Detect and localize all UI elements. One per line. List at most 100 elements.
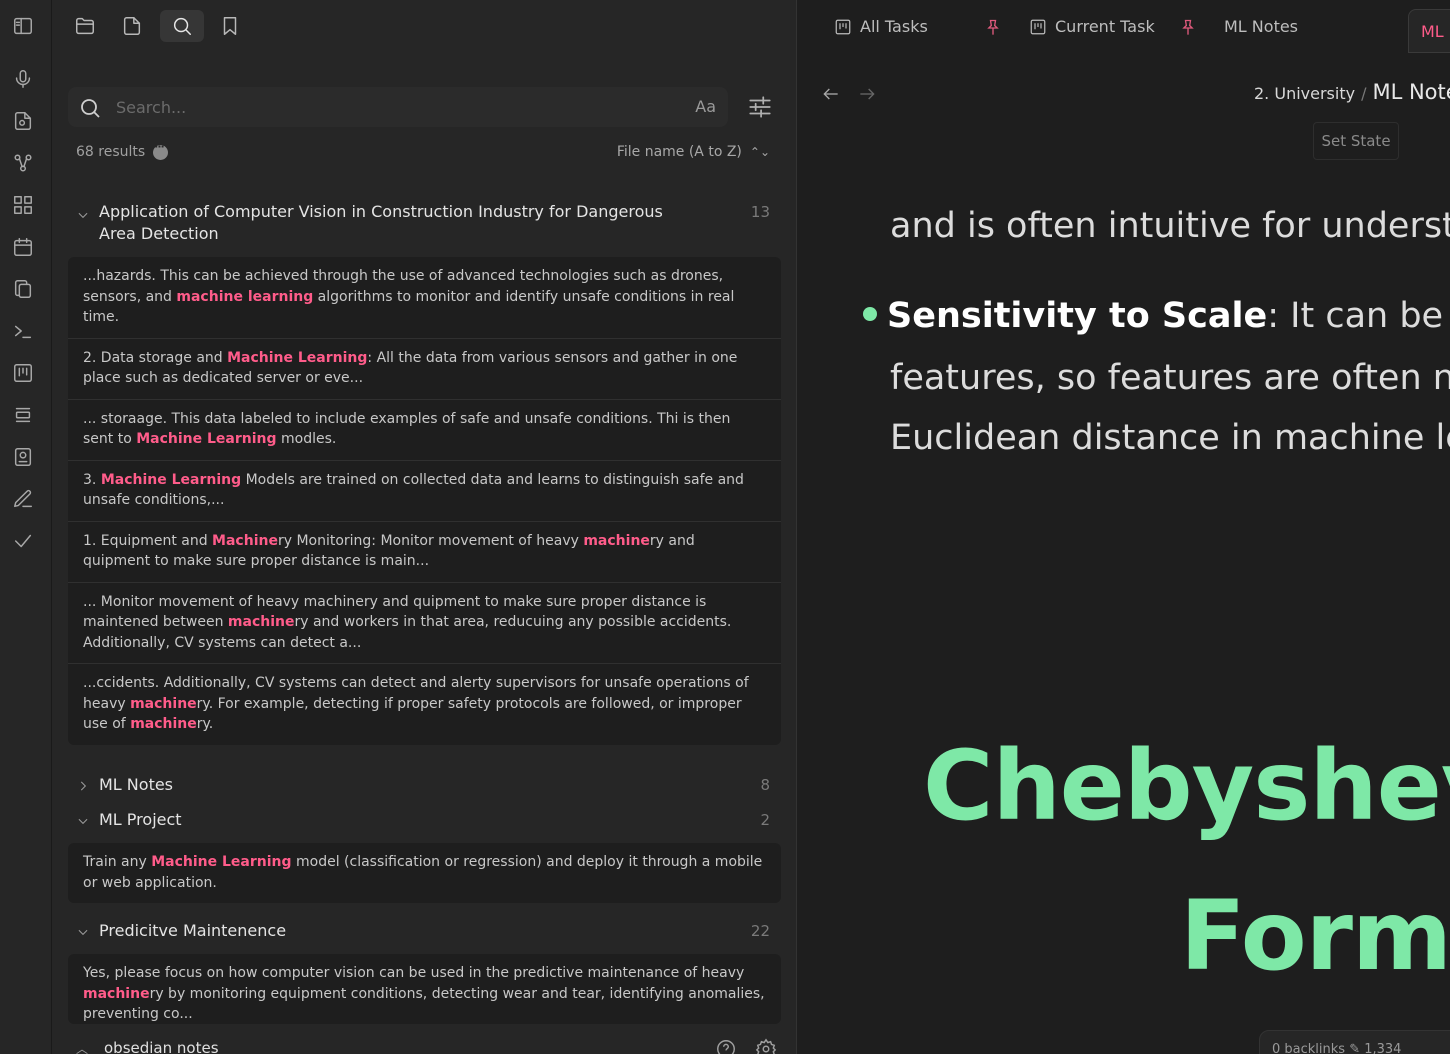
copy-icon[interactable] (11, 277, 35, 301)
search-match[interactable]: ... storaage. This data labeled to inclu… (68, 400, 781, 461)
status-bar: 0 backlinks ✎ 1,334 (1259, 1030, 1450, 1054)
result-file-count: 13 (751, 203, 770, 221)
journal-icon[interactable] (11, 445, 35, 469)
graph-icon[interactable] (11, 151, 35, 175)
bullet-dot (863, 307, 877, 321)
kanban-icon (834, 18, 852, 36)
forward-arrow-icon[interactable] (857, 84, 877, 108)
search-match[interactable]: ...ccidents. Additionally, CV systems ca… (68, 664, 781, 745)
bullet-text: : It can be sensit (1267, 296, 1450, 336)
file-explorer-tab[interactable] (63, 10, 107, 42)
result-file-name[interactable]: ML Project (99, 809, 182, 831)
result-file-header[interactable]: Predicitve Maintenence 22 (52, 920, 796, 944)
match-highlight: Machine Learning (151, 854, 291, 870)
result-file-name[interactable]: ML Notes (99, 774, 173, 796)
pin-icon[interactable] (983, 18, 1003, 42)
list-icon[interactable] (11, 403, 35, 427)
doc-line: features, so features are often norm (890, 358, 1450, 398)
tab-current-task[interactable]: Current Task (1029, 17, 1155, 36)
result-file-count: 22 (751, 922, 770, 940)
search-match[interactable]: 2. Data storage and Machine Learning: Al… (68, 339, 781, 400)
match-highlight: machine (583, 533, 650, 549)
result-file-count: 2 (760, 811, 770, 829)
tab-label: Current Task (1055, 17, 1155, 36)
match-text: modles. (277, 431, 337, 447)
search-input[interactable] (116, 93, 676, 121)
result-file-name[interactable]: Predicitve Maintenence (99, 920, 286, 942)
results-count: 68 results (76, 144, 168, 160)
match-group: Yes, please focus on how computer vision… (68, 954, 781, 1024)
bullet-item: Sensitivity to Scale: It can be sensit (863, 296, 1450, 336)
left-ribbon (0, 0, 52, 1054)
search-match[interactable]: ... Monitor movement of heavy machinery … (68, 583, 781, 665)
search-panel: Aa 68 results File name (A to Z) ⌃⌄ Appl… (52, 0, 797, 1054)
check-icon[interactable] (11, 529, 35, 553)
search-icon (78, 96, 102, 120)
terminal-icon[interactable] (11, 319, 35, 343)
tab-all-tasks[interactable]: All Tasks (834, 17, 928, 36)
chevron-down-icon[interactable] (76, 813, 90, 827)
microphone-icon[interactable] (11, 67, 35, 91)
chevron-up-icon[interactable]: ︿ (76, 1040, 88, 1054)
breadcrumb-parent[interactable]: 2. University (1254, 84, 1355, 103)
sort-dropdown[interactable]: File name (A to Z) ⌃⌄ (617, 144, 770, 160)
nav-arrows (821, 84, 877, 108)
match-highlight: machine (83, 986, 150, 1002)
match-text: 1. Equipment and (83, 533, 212, 549)
file-tab[interactable] (110, 10, 154, 42)
search-match[interactable]: 1. Equipment and Machinery Monitoring: M… (68, 522, 781, 583)
result-file-header[interactable]: Application of Computer Vision in Constr… (52, 201, 796, 247)
chevron-down-icon[interactable] (76, 207, 90, 221)
sliders-icon (747, 94, 773, 120)
sort-label: File name (A to Z) (617, 144, 742, 160)
search-match[interactable]: 3. Machine Learning Models are trained o… (68, 461, 781, 522)
match-highlight: Machine Learning (101, 472, 241, 488)
tab-active[interactable]: ML I (1408, 9, 1450, 53)
search-settings-button[interactable] (747, 94, 773, 120)
tab-ml-notes[interactable]: ML Notes (1224, 17, 1298, 36)
sidebar-toggle-icon[interactable] (11, 14, 35, 38)
more-options-icon[interactable] (153, 145, 168, 160)
heading: Chebyshev D (923, 730, 1450, 842)
search-match[interactable]: Yes, please focus on how computer vision… (68, 954, 781, 1024)
match-highlight: machine (228, 614, 295, 630)
chevron-right-icon[interactable] (76, 778, 90, 792)
vault-name[interactable]: obsedian notes (104, 1039, 219, 1054)
tab-bar: All Tasks Current Task ML Notes ML I (797, 0, 1450, 58)
match-group: ...hazards. This can be achieved through… (68, 257, 781, 745)
match-text: 2. Data storage and (83, 350, 227, 366)
back-arrow-icon[interactable] (821, 84, 841, 108)
chevron-down-icon[interactable] (76, 924, 90, 938)
result-file-name[interactable]: Application of Computer Vision in Constr… (99, 201, 699, 245)
result-file-header[interactable]: ML Project 2 (52, 809, 796, 833)
tab-label: ML Notes (1224, 17, 1298, 36)
breadcrumb-current[interactable]: ML Note (1372, 80, 1450, 104)
match-highlight: Machine Learning (227, 350, 367, 366)
search-tab[interactable] (160, 10, 204, 42)
search-match[interactable]: ...hazards. This can be achieved through… (68, 257, 781, 339)
bookmark-icon (219, 15, 241, 37)
match-highlight: Machine Learning (136, 431, 276, 447)
vault-footer: ︿ obsedian notes (52, 1030, 796, 1054)
match-case-toggle[interactable]: Aa (695, 97, 716, 116)
result-file-header[interactable]: ML Notes 8 (52, 774, 796, 798)
help-icon[interactable] (715, 1038, 737, 1054)
match-text: Train any (83, 854, 151, 870)
settings-icon[interactable] (755, 1038, 777, 1054)
kanban-icon[interactable] (11, 361, 35, 385)
pin-icon[interactable] (1178, 18, 1198, 42)
file-search-icon[interactable] (11, 109, 35, 133)
match-text: Yes, please focus on how computer vision… (83, 965, 744, 981)
kanban-icon (1029, 18, 1047, 36)
match-text: ry by monitoring equipment conditions, d… (83, 986, 765, 1023)
search-match[interactable]: Train any Machine Learning model (classi… (68, 843, 781, 903)
calendar-icon[interactable] (11, 235, 35, 259)
bookmarks-tab[interactable] (208, 10, 252, 42)
match-highlight: machine learning (176, 289, 313, 305)
layout-grid-icon[interactable] (11, 193, 35, 217)
match-highlight: Machine (212, 533, 278, 549)
bullet-bold-text: Sensitivity to Scale (887, 296, 1267, 336)
search-field: Aa (68, 87, 728, 127)
set-state-button[interactable]: Set State (1313, 122, 1399, 160)
edit-icon[interactable] (11, 487, 35, 511)
